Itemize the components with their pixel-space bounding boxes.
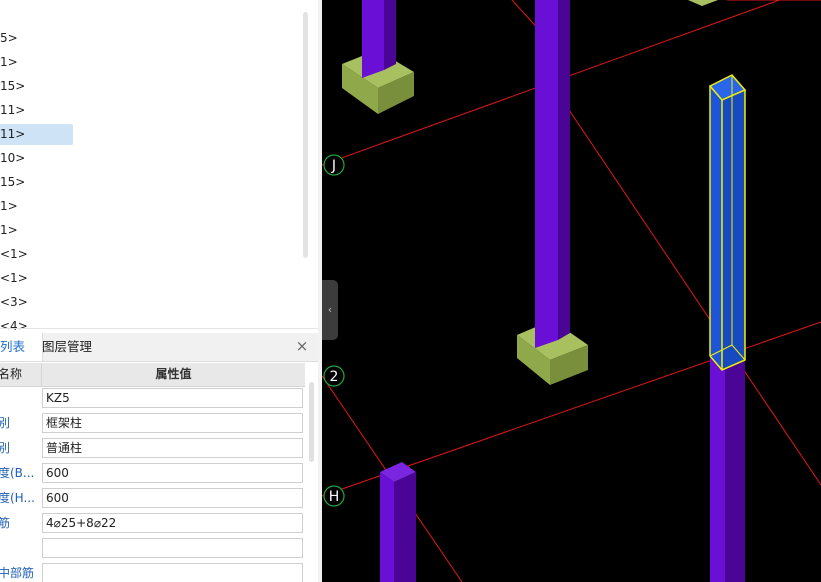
property-row: 筋 4⌀25+8⌀22 xyxy=(0,511,305,536)
tab-bar: 列表 图层管理 xyxy=(0,333,318,362)
property-name: 筋 xyxy=(0,516,11,530)
tree-item[interactable]: 1> xyxy=(0,196,18,217)
property-name: 度(B... xyxy=(0,466,35,480)
property-name: 別 xyxy=(0,441,11,455)
axis-marker-j[interactable]: J xyxy=(323,154,345,176)
property-value-field[interactable]: 普通柱 xyxy=(42,438,303,458)
property-row: KZ5 xyxy=(0,386,305,411)
property-value-field[interactable] xyxy=(42,538,303,558)
property-name-column-header: 名称 xyxy=(0,363,42,386)
column-right-lower[interactable] xyxy=(710,354,745,582)
property-row: 別 框架柱 xyxy=(0,411,305,436)
property-row xyxy=(0,536,305,561)
axis-marker-2[interactable]: 2 xyxy=(323,365,345,387)
tree-item[interactable]: 11> xyxy=(0,100,25,121)
property-value-field[interactable] xyxy=(42,563,303,582)
property-row: 中部筋 xyxy=(0,561,305,582)
tree-item[interactable]: 15> xyxy=(0,76,25,97)
tree-item[interactable]: <1> xyxy=(0,244,28,265)
property-value-field[interactable]: KZ5 xyxy=(42,388,303,408)
property-name xyxy=(0,386,40,411)
tree-item[interactable]: 15> xyxy=(0,172,25,193)
axis-marker-h[interactable]: H xyxy=(323,485,345,507)
component-tree-list: 5> 1> 15> 11> 11> 10> 15> 1> 1> <1> <1> … xyxy=(0,0,318,330)
left-panel: 5> 1> 15> 11> 11> 10> 15> 1> 1> <1> <1> … xyxy=(0,0,321,582)
property-value-field[interactable]: 框架柱 xyxy=(42,413,303,433)
tree-scrollbar[interactable] xyxy=(303,12,308,258)
property-grid-header: 名称 属性值 xyxy=(0,363,305,387)
chevron-left-icon: ‹ xyxy=(327,303,333,316)
panel-collapse-toggle[interactable]: ‹ xyxy=(322,280,338,340)
tree-item[interactable]: 1> xyxy=(0,220,18,241)
property-row: 度(B... 600 xyxy=(0,461,305,486)
column-top-left[interactable] xyxy=(362,0,396,78)
property-name: 別 xyxy=(0,416,11,430)
property-row: 度(H... 600 xyxy=(0,486,305,511)
tree-item[interactable]: 10> xyxy=(0,148,25,169)
tree-item[interactable]: <3> xyxy=(0,292,28,313)
property-name xyxy=(0,536,40,561)
axis-marker-label: H xyxy=(329,489,340,505)
property-name: 度(H... xyxy=(0,491,35,505)
property-value-column-header: 属性值 xyxy=(155,367,192,381)
tree-item[interactable]: 5> xyxy=(0,28,18,49)
tree-item-selected[interactable]: 11> xyxy=(0,124,73,145)
tree-item[interactable]: 1> xyxy=(0,52,18,73)
property-value-field[interactable]: 4⌀25+8⌀22 xyxy=(42,513,303,533)
axis-marker-label: 2 xyxy=(330,369,339,385)
3d-viewport[interactable]: J 2 H xyxy=(322,0,821,582)
tab-layer-management[interactable]: 图层管理 xyxy=(34,333,100,361)
property-value-field[interactable]: 600 xyxy=(42,463,303,483)
selected-column[interactable] xyxy=(708,74,747,371)
grid-line-diagonal xyxy=(558,94,821,486)
property-name: 中部筋 xyxy=(0,566,35,580)
tree-item[interactable]: <1> xyxy=(0,268,28,289)
axis-marker-label: J xyxy=(331,158,336,174)
column-bottom-left[interactable] xyxy=(380,462,416,582)
property-row: 別 普通柱 xyxy=(0,436,305,461)
close-icon[interactable]: × xyxy=(295,338,309,354)
property-value-field[interactable]: 600 xyxy=(42,488,303,508)
divider xyxy=(0,328,318,329)
column-center[interactable] xyxy=(535,0,570,348)
3d-scene[interactable]: J 2 H xyxy=(322,0,821,582)
property-scrollbar[interactable] xyxy=(309,382,314,462)
footing-top-right[interactable] xyxy=(688,0,718,6)
